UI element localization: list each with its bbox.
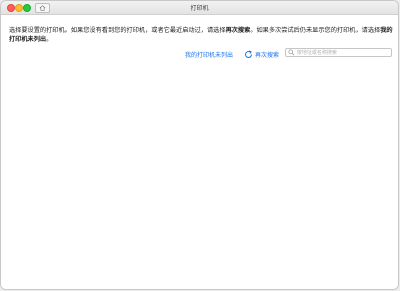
printer-search-box[interactable] xyxy=(285,48,392,57)
search-icon xyxy=(288,49,295,56)
search-again-label: 再次搜索 xyxy=(255,51,280,59)
printer-not-listed-link[interactable]: 我的打印机未列出 xyxy=(185,50,233,59)
instructions-text: 选择要设置的打印机。如果您没有看到您的打印机，或者它最近启动过，请选择再次搜索。… xyxy=(9,27,394,44)
printer-search-input[interactable] xyxy=(296,49,391,56)
title-bar: 打印机 xyxy=(1,1,398,15)
search-again-button[interactable]: 再次搜索 xyxy=(244,49,279,59)
instructions-search-again-emphasis: 再次搜索 xyxy=(225,27,251,34)
instructions-part-1: 选择要设置的打印机。如果您没有看到您的打印机，或者它最近启动过，请选择 xyxy=(9,27,226,34)
instructions-part-2: 。如果多次尝试后仍未显示您的打印机，请选择 xyxy=(250,27,381,34)
printer-window: 打印机 选择要设置的打印机。如果您没有看到您的打印机，或者它最近启动过，请选择再… xyxy=(0,0,399,290)
refresh-icon xyxy=(245,49,252,58)
instructions-part-3: 。 xyxy=(46,35,53,43)
window-title: 打印机 xyxy=(190,5,209,12)
action-row: 我的打印机未列出 再次搜索 xyxy=(1,48,398,61)
main-content: 选择要设置的打印机。如果您没有看到您的打印机，或者它最近启动过，请选择再次搜索。… xyxy=(1,15,398,289)
